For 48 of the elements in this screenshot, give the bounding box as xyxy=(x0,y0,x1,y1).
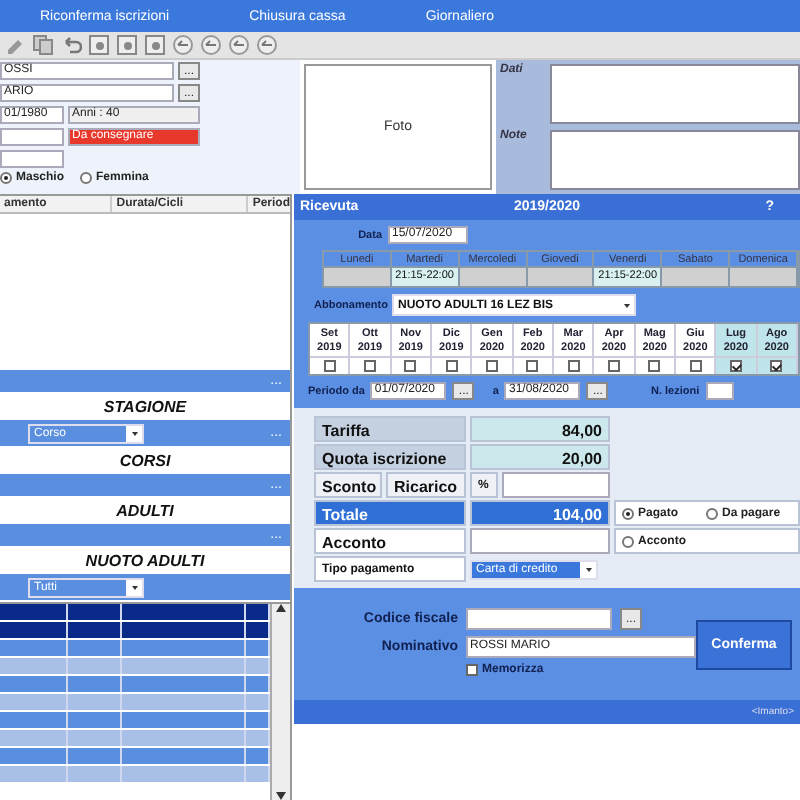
document-icon[interactable] xyxy=(88,34,110,56)
grid-row[interactable] xyxy=(0,604,270,622)
field-label: Totale xyxy=(314,500,466,526)
amount-field: 20,00 xyxy=(470,444,610,470)
radio-button[interactable] xyxy=(622,535,634,547)
document-icon[interactable] xyxy=(116,34,138,56)
checkbox[interactable] xyxy=(526,360,539,372)
checkbox[interactable] xyxy=(689,360,702,372)
caret-icon xyxy=(131,431,137,435)
undo-icon[interactable] xyxy=(60,34,82,56)
checkbox[interactable] xyxy=(466,664,478,676)
field-label: Sconto xyxy=(314,472,382,498)
scroll-down-icon[interactable] xyxy=(276,792,286,800)
text-area[interactable] xyxy=(550,130,800,190)
grid-row[interactable] xyxy=(0,622,270,640)
checkbox[interactable] xyxy=(323,360,336,372)
amount-field: 84,00 xyxy=(470,416,610,442)
checkbox[interactable] xyxy=(648,360,661,372)
checkbox[interactable] xyxy=(567,360,580,372)
radio-button[interactable] xyxy=(706,507,719,519)
checkbox[interactable] xyxy=(363,360,376,372)
caret-icon xyxy=(585,567,591,571)
checkbox[interactable] xyxy=(445,360,458,372)
scrollbar[interactable] xyxy=(270,604,290,800)
caret-icon xyxy=(131,585,137,589)
radio-button[interactable] xyxy=(80,172,93,184)
text-field[interactable] xyxy=(0,150,64,168)
field-label: Acconto xyxy=(314,528,466,554)
text-field[interactable] xyxy=(0,128,64,146)
checkbox[interactable] xyxy=(404,360,417,372)
lessons-field[interactable] xyxy=(705,382,734,400)
text-area[interactable] xyxy=(550,64,800,124)
radio-button[interactable] xyxy=(622,507,634,519)
field-label: Tariffa xyxy=(314,416,466,442)
total-amount: 104,00 xyxy=(470,500,610,526)
checkbox[interactable] xyxy=(485,360,498,372)
field-label: Ricarico xyxy=(386,472,466,498)
checkbox[interactable] xyxy=(729,360,742,372)
discount-field[interactable] xyxy=(502,472,610,498)
radio-button[interactable] xyxy=(0,172,12,184)
tax-code-field[interactable] xyxy=(466,608,612,630)
checkbox[interactable] xyxy=(607,360,620,372)
checkbox[interactable] xyxy=(770,360,783,372)
copy-icon[interactable] xyxy=(32,34,54,56)
field-label: Quota iscrizione xyxy=(314,444,466,470)
caret-icon xyxy=(623,303,629,307)
document-icon[interactable] xyxy=(144,34,166,56)
deposit-field[interactable] xyxy=(470,528,610,554)
